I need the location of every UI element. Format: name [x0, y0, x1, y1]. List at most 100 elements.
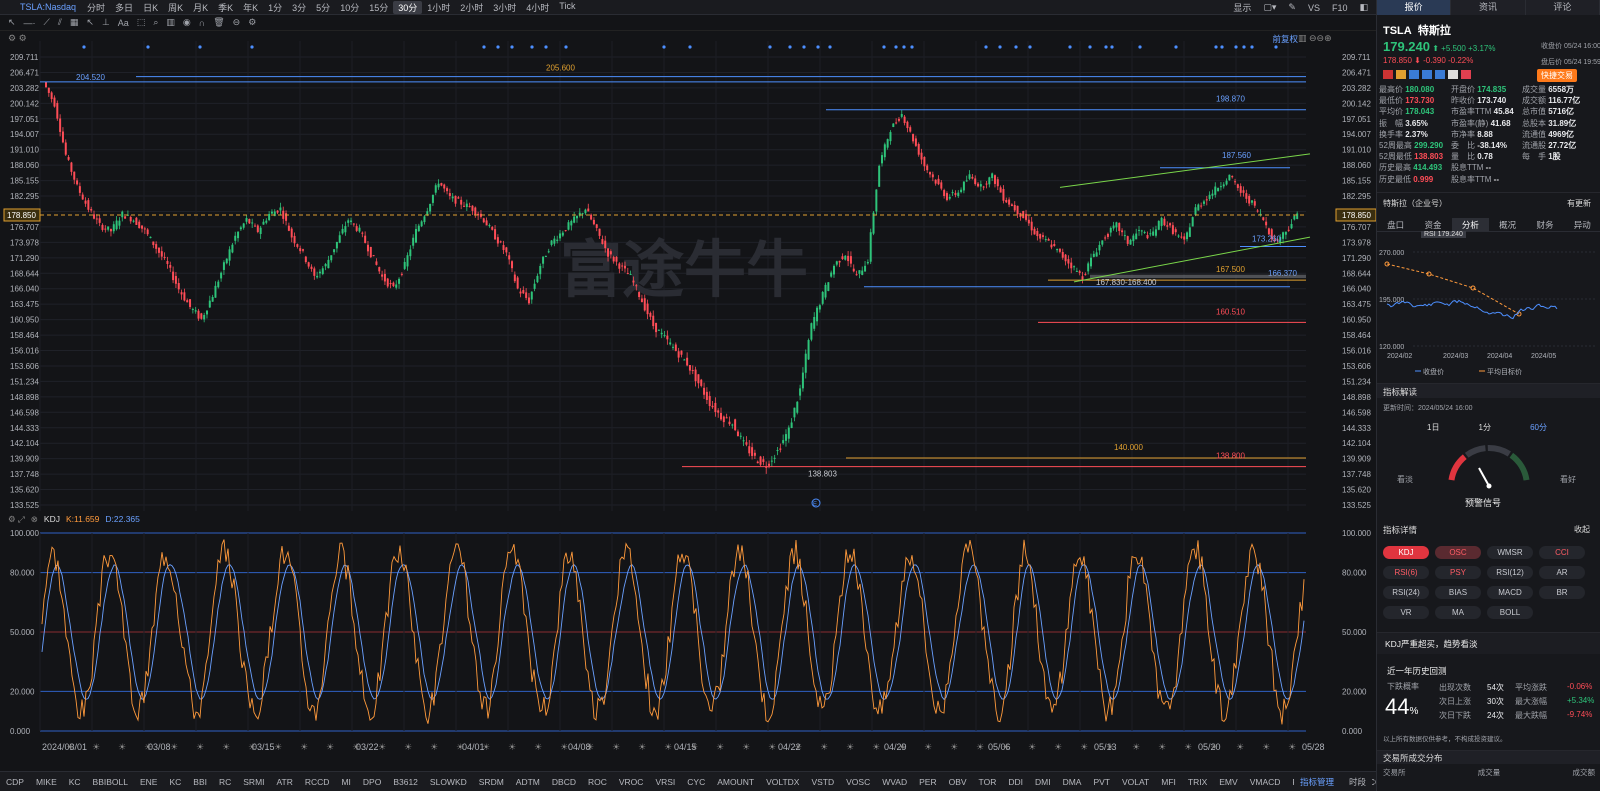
indicator-button-ar[interactable]: AR: [1539, 566, 1585, 579]
indicator-button-rsi12[interactable]: RSI(12): [1487, 566, 1533, 579]
indicator-button-ma[interactable]: MA: [1435, 606, 1481, 619]
period-tab[interactable]: 60分: [1530, 422, 1547, 433]
search-icon[interactable]: ⌕: [153, 17, 158, 28]
indicator-tab[interactable]: DPO: [357, 777, 387, 787]
timeframe-tab[interactable]: 季K: [213, 1, 238, 14]
target-price-chart[interactable]: 270.000195.000120.0002024/02 2024/03 2024/…: [1377, 240, 1600, 380]
lock-icon[interactable]: ⊖: [233, 17, 241, 28]
display-menu[interactable]: 显示: [1233, 1, 1251, 14]
select-icon[interactable]: ⬚: [137, 17, 146, 28]
timeframe-tab[interactable]: 3小时: [488, 1, 521, 14]
ray-tool-icon[interactable]: ⟋: [44, 17, 50, 28]
session-button[interactable]: 时段: [1342, 775, 1372, 788]
kdj-settings-icon[interactable]: ⚙ ⤢: [8, 514, 25, 525]
indicator-tab[interactable]: ATR: [271, 777, 299, 787]
indicator-tab[interactable]: ROC: [582, 777, 613, 787]
indicator-button-wmsr[interactable]: WMSR: [1487, 546, 1533, 559]
subtab[interactable]: 分析: [1451, 218, 1489, 231]
indicator-tab[interactable]: BBI: [187, 777, 213, 787]
indicator-tab[interactable]: MFI: [1155, 777, 1182, 787]
timeframe-tab[interactable]: 周K: [163, 1, 188, 14]
period-tab[interactable]: 1分: [1479, 422, 1491, 433]
indicator-tab[interactable]: DMA: [1057, 777, 1088, 787]
indicator-manage-button[interactable]: 指标管理: [1293, 775, 1340, 788]
measure-tool-icon[interactable]: ⊥: [102, 17, 110, 28]
trash-icon[interactable]: 🗑: [213, 17, 224, 28]
subtab[interactable]: 异动: [1564, 218, 1600, 231]
price-chart-svg[interactable]: 富途牛牛 209.711 209.711 206.471 206.471 203.282 2…: [0, 31, 1377, 521]
indicator-tab[interactable]: AMOUNT: [711, 777, 760, 787]
indicator-tab[interactable]: MIKE: [30, 777, 63, 787]
indicator-button-psy[interactable]: PSY: [1435, 566, 1481, 579]
indicator-tab[interactable]: BBIBOLL: [87, 777, 134, 787]
indicator-tab[interactable]: KC: [163, 777, 187, 787]
indicator-tab[interactable]: WVAD: [876, 777, 913, 787]
subtab[interactable]: 财务: [1526, 218, 1563, 231]
pen-icon[interactable]: ✎: [1288, 2, 1296, 13]
indicator-button-macd[interactable]: MACD: [1487, 586, 1533, 599]
indicator-tab[interactable]: MI: [335, 777, 356, 787]
kdj-chart-svg[interactable]: 100.000 100.000 80.000 80.000 50.000 50.000 20…: [0, 521, 1376, 756]
kdj-name[interactable]: KDJ: [44, 514, 60, 525]
magnet-icon[interactable]: ∩: [199, 18, 205, 28]
indicator-tab[interactable]: B3612: [387, 777, 424, 787]
quote-tab[interactable]: 资讯: [1451, 0, 1526, 15]
f10-button[interactable]: F10: [1332, 3, 1348, 13]
timeframe-tab[interactable]: Tick: [554, 1, 580, 14]
kdj-chart[interactable]: 100.000 100.000 80.000 80.000 50.000 50.000 20…: [0, 514, 1376, 756]
subtab[interactable]: 盘口: [1377, 218, 1414, 231]
eye-icon[interactable]: ◉: [183, 17, 191, 28]
arrow-tool-icon[interactable]: ↖: [86, 17, 94, 28]
update-link[interactable]: 有更新: [1567, 198, 1591, 209]
timeframe-tab[interactable]: 月K: [188, 1, 213, 14]
timeframe-tab[interactable]: 2小时: [455, 1, 488, 14]
text-tool-icon[interactable]: Aa: [118, 18, 129, 28]
indicator-tab[interactable]: SRDM: [473, 777, 510, 787]
indicator-tab[interactable]: KC: [63, 777, 87, 787]
quick-trade-button[interactable]: 快捷交易: [1537, 69, 1577, 82]
indicator-tab[interactable]: DDI: [1002, 777, 1029, 787]
chart-icon[interactable]: ▥: [166, 17, 175, 28]
indicator-button-boll[interactable]: BOLL: [1487, 606, 1533, 619]
indicator-tab[interactable]: VROC: [613, 777, 650, 787]
indicator-tab[interactable]: OBV: [943, 777, 973, 787]
indicator-tab[interactable]: ENE: [134, 777, 163, 787]
indicator-button-osc[interactable]: OSC: [1435, 546, 1481, 559]
indicator-tab[interactable]: VOLTDX: [760, 777, 805, 787]
collapse-button[interactable]: 收起: [1574, 524, 1590, 535]
period-tab[interactable]: 1日: [1427, 422, 1439, 433]
timeframe-tab[interactable]: 30分: [393, 0, 423, 14]
indicator-tab[interactable]: RC: [213, 777, 237, 787]
indicator-tab[interactable]: RCCD: [299, 777, 336, 787]
indicator-tab[interactable]: VOLAT: [1116, 777, 1155, 787]
indicator-tab[interactable]: PER: [913, 777, 942, 787]
timeframe-tab[interactable]: 年K: [238, 1, 263, 14]
cursor-icon[interactable]: ↖: [8, 17, 16, 28]
compare-button[interactable]: VS: [1308, 3, 1320, 13]
timeframe-tab[interactable]: 1分: [263, 1, 287, 14]
indicator-tab[interactable]: ADTM: [510, 777, 546, 787]
indicator-tab[interactable]: VSTD: [805, 777, 840, 787]
settings-icon[interactable]: ⚙: [248, 17, 256, 28]
subtab[interactable]: 概况: [1489, 218, 1526, 231]
quote-tab[interactable]: 报价: [1377, 0, 1452, 15]
indicator-tab[interactable]: SLOWKD: [424, 777, 473, 787]
timeframe-tab[interactable]: 4小时: [521, 1, 554, 14]
panel-toggle-icon[interactable]: ◧: [1359, 2, 1368, 13]
fib-tool-icon[interactable]: ▦: [70, 17, 79, 28]
timeframe-tab[interactable]: 3分: [287, 1, 311, 14]
channel-tool-icon[interactable]: ⫽: [58, 17, 62, 28]
company-row[interactable]: 特斯拉（企业号） 有更新: [1377, 192, 1600, 216]
timeframe-tab[interactable]: 日K: [138, 1, 163, 14]
indicator-button-vr[interactable]: VR: [1383, 606, 1429, 619]
timeframe-tab[interactable]: 5分: [311, 1, 335, 14]
indicator-button-bias[interactable]: BIAS: [1435, 586, 1481, 599]
quote-tab[interactable]: 评论: [1525, 0, 1600, 15]
indicator-tab[interactable]: VMACD: [1244, 777, 1287, 787]
indicator-tab[interactable]: DBCD: [546, 777, 582, 787]
indicator-tab[interactable]: VRSI: [649, 777, 681, 787]
adjust-label[interactable]: 前复权: [1272, 33, 1298, 45]
indicator-tab[interactable]: DMI: [1029, 777, 1057, 787]
symbol-label[interactable]: TSLA:Nasdaq: [20, 2, 76, 12]
timeframe-tab[interactable]: 多日: [110, 1, 138, 14]
